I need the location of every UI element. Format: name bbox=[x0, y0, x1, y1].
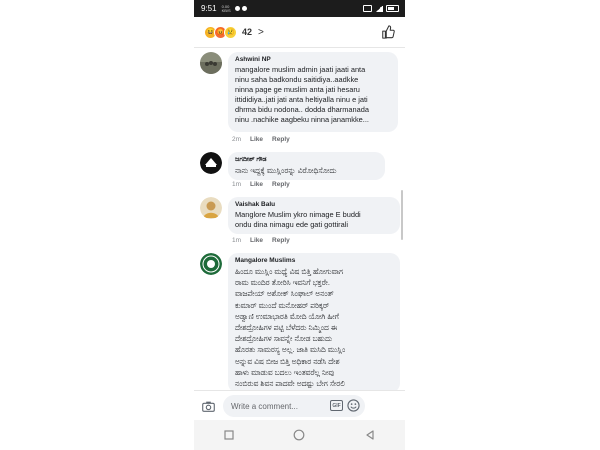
comment-author[interactable]: Ashwini NP bbox=[235, 56, 391, 63]
back-icon[interactable] bbox=[365, 430, 375, 440]
comment-text: ನಾನು ಇದ್ದಕ್ಕೆ ಮುಸ್ಲಿಂರನ್ನು ವಿರೋಧಿಸೋದು bbox=[235, 166, 337, 175]
comment-author[interactable]: Vaishak Balu bbox=[235, 201, 393, 208]
comment-text: ಹಿಂದೂ ಮುಸ್ಲಿಂ ಮಧ್ಯೆ ವಿಷ ಬಿತ್ತಿ ಹೋಗುವಾಗ ರ… bbox=[235, 267, 346, 389]
comment-time: 1m bbox=[232, 181, 242, 188]
comment-composer: Write a comment... GIF bbox=[194, 390, 405, 421]
comment-author[interactable]: Mangalore Muslims bbox=[235, 257, 393, 264]
reaction-count[interactable]: 42 bbox=[242, 27, 252, 37]
notification-icon bbox=[234, 6, 240, 11]
comment-bubble[interactable]: Ashwini NP mangalore muslim admin jaati … bbox=[228, 52, 398, 132]
comment-text: Manglore Muslim ykro nimage E buddi ondu… bbox=[235, 210, 361, 229]
like-button[interactable]: Like bbox=[250, 181, 263, 188]
reply-button[interactable]: Reply bbox=[272, 136, 290, 143]
avatar[interactable] bbox=[200, 253, 222, 275]
comment-author[interactable]: ಜಗದೀಶ್ ಗೌಡ bbox=[235, 156, 378, 164]
recents-icon[interactable] bbox=[224, 430, 234, 440]
like-button[interactable]: Like bbox=[250, 237, 263, 244]
comment-time: 1m bbox=[232, 237, 242, 244]
reply-button[interactable]: Reply bbox=[272, 181, 290, 188]
status-bar: 9:51 0.00 KB/S bbox=[194, 0, 405, 17]
chevron-right-icon[interactable]: > bbox=[258, 27, 264, 38]
home-icon[interactable] bbox=[293, 429, 305, 441]
system-nav-bar bbox=[194, 420, 405, 450]
status-time: 9:51 bbox=[201, 4, 217, 13]
comment-actions: 1m Like Reply bbox=[232, 237, 290, 244]
comment-actions: 1m Like Reply bbox=[232, 181, 290, 188]
vibrate-icon bbox=[363, 5, 372, 12]
avatar[interactable] bbox=[200, 152, 222, 174]
comment-bubble[interactable]: Vaishak Balu Manglore Muslim ykro nimage… bbox=[228, 197, 400, 234]
phone-screen: 9:51 0.00 KB/S 😆 😡 😢 42 > Ashwini NP man… bbox=[194, 0, 405, 450]
comment-input[interactable]: Write a comment... GIF bbox=[223, 395, 365, 417]
emoji-icon[interactable] bbox=[347, 399, 360, 412]
notification-icon bbox=[241, 6, 247, 11]
gif-icon[interactable]: GIF bbox=[330, 400, 343, 411]
reply-button[interactable]: Reply bbox=[272, 237, 290, 244]
comment-input-placeholder: Write a comment... bbox=[231, 401, 298, 411]
network-speed-unit: KB/S bbox=[221, 7, 231, 13]
signal-icon bbox=[375, 5, 383, 12]
network-speed: 0.00 KB/S bbox=[221, 4, 231, 13]
avatar[interactable] bbox=[200, 197, 222, 219]
comment-time: 2m bbox=[232, 136, 242, 143]
avatar[interactable] bbox=[200, 52, 222, 74]
battery-icon bbox=[386, 5, 399, 12]
comment-bubble[interactable]: ಜಗದೀಶ್ ಗೌಡ ನಾನು ಇದ್ದಕ್ಕೆ ಮುಸ್ಲಿಂರನ್ನು ವಿ… bbox=[228, 152, 385, 180]
comment-bubble[interactable]: Mangalore Muslims ಹಿಂದೂ ಮುಸ್ಲಿಂ ಮಧ್ಯೆ ವಿ… bbox=[228, 253, 400, 393]
comment-text: mangalore muslim admin jaati jaati anta … bbox=[235, 65, 369, 124]
scrollbar[interactable] bbox=[401, 190, 403, 240]
like-button[interactable]: Like bbox=[250, 136, 263, 143]
reactions-bar[interactable]: 😆 😡 😢 42 > bbox=[194, 17, 405, 48]
thumbs-up-icon[interactable] bbox=[381, 25, 395, 39]
camera-icon[interactable] bbox=[202, 401, 215, 412]
sad-reaction-icon: 😢 bbox=[224, 25, 237, 39]
comment-actions: 2m Like Reply bbox=[232, 136, 290, 143]
